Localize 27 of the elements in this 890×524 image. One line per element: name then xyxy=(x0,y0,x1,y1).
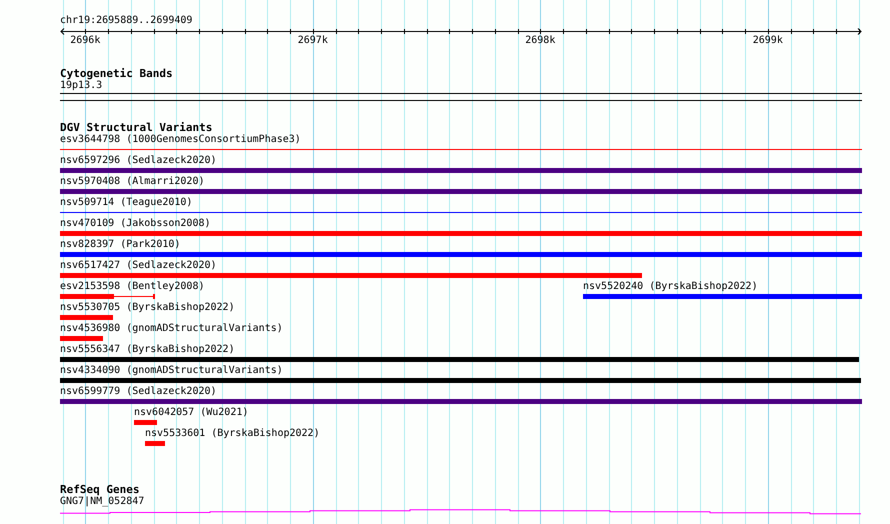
track-title: RefSeq Genes xyxy=(60,484,140,496)
feature-label: nsv5520240 (ByrskaBishop2022) xyxy=(583,281,758,293)
feature-label: nsv6597296 (Sedlazeck2020) xyxy=(60,155,217,167)
feature-label: esv2153598 (Bentley2008) xyxy=(60,281,204,293)
feature-label: nsv5970408 (Almarri2020) xyxy=(60,176,204,188)
tick-label: 2696k xyxy=(70,35,100,47)
band-label: 19p13.3 xyxy=(60,80,104,92)
gene-label: GNG7|NM_052847 xyxy=(60,496,146,508)
track-title: DGV Structural Variants xyxy=(60,122,214,134)
feature-label: nsv5533601 (ByrskaBishop2022) xyxy=(145,428,320,440)
feature-label: nsv509714 (Teague2010) xyxy=(60,197,192,209)
feature-label: nsv6517427 (Sedlazeck2020) xyxy=(60,260,217,272)
feature-label: nsv828397 (Park2010) xyxy=(60,239,180,251)
tick-label: 2699k xyxy=(752,35,783,47)
feature-label: nsv6599779 (Sedlazeck2020) xyxy=(60,386,217,398)
track-title: Cytogenetic Bands xyxy=(60,68,174,80)
feature-label: nsv4334090 (gnomADStructuralVariants) xyxy=(60,365,283,377)
feature-label: nsv6042057 (Wu2021) xyxy=(134,407,248,419)
feature-label: nsv5556347 (ByrskaBishop2022) xyxy=(60,344,235,356)
feature-label: esv3644798 (1000GenomesConsortiumPhase3) xyxy=(60,134,301,146)
tick-label: 2698k xyxy=(525,35,556,47)
position-label: chr19:2695889..2699409 xyxy=(60,15,194,27)
feature-label: nsv5530705 (ByrskaBishop2022) xyxy=(60,302,235,314)
feature-label: nsv4536980 (gnomADStructuralVariants) xyxy=(60,323,283,335)
feature-label: nsv470109 (Jakobsson2008) xyxy=(60,218,211,230)
tick-label: 2697k xyxy=(298,35,328,47)
variant-tail-drawing xyxy=(114,294,155,299)
